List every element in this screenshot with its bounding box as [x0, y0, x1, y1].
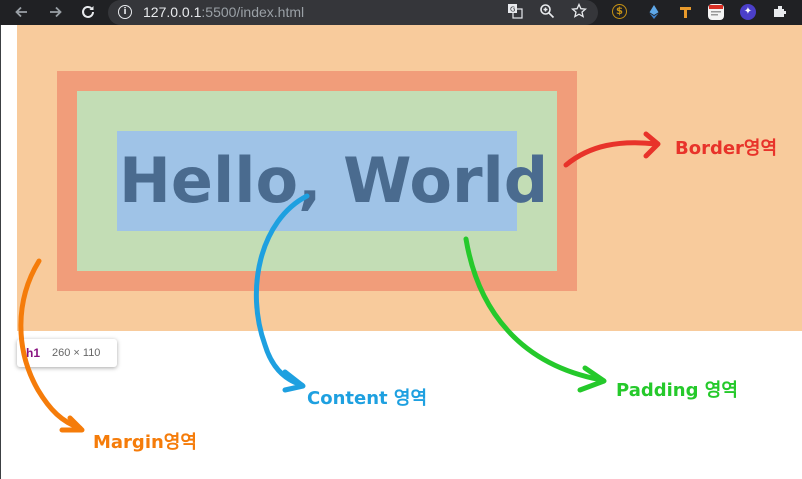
border-label: Border영역: [675, 138, 778, 159]
margin-arrow: [18, 258, 83, 431]
content-arrow: [253, 193, 310, 388]
padding-arrow: [463, 236, 605, 383]
margin-label: Margin영역: [93, 432, 197, 453]
border-arrow: [563, 140, 659, 168]
content-label: Content 영역: [307, 388, 428, 409]
padding-label: Padding 영역: [616, 380, 738, 401]
